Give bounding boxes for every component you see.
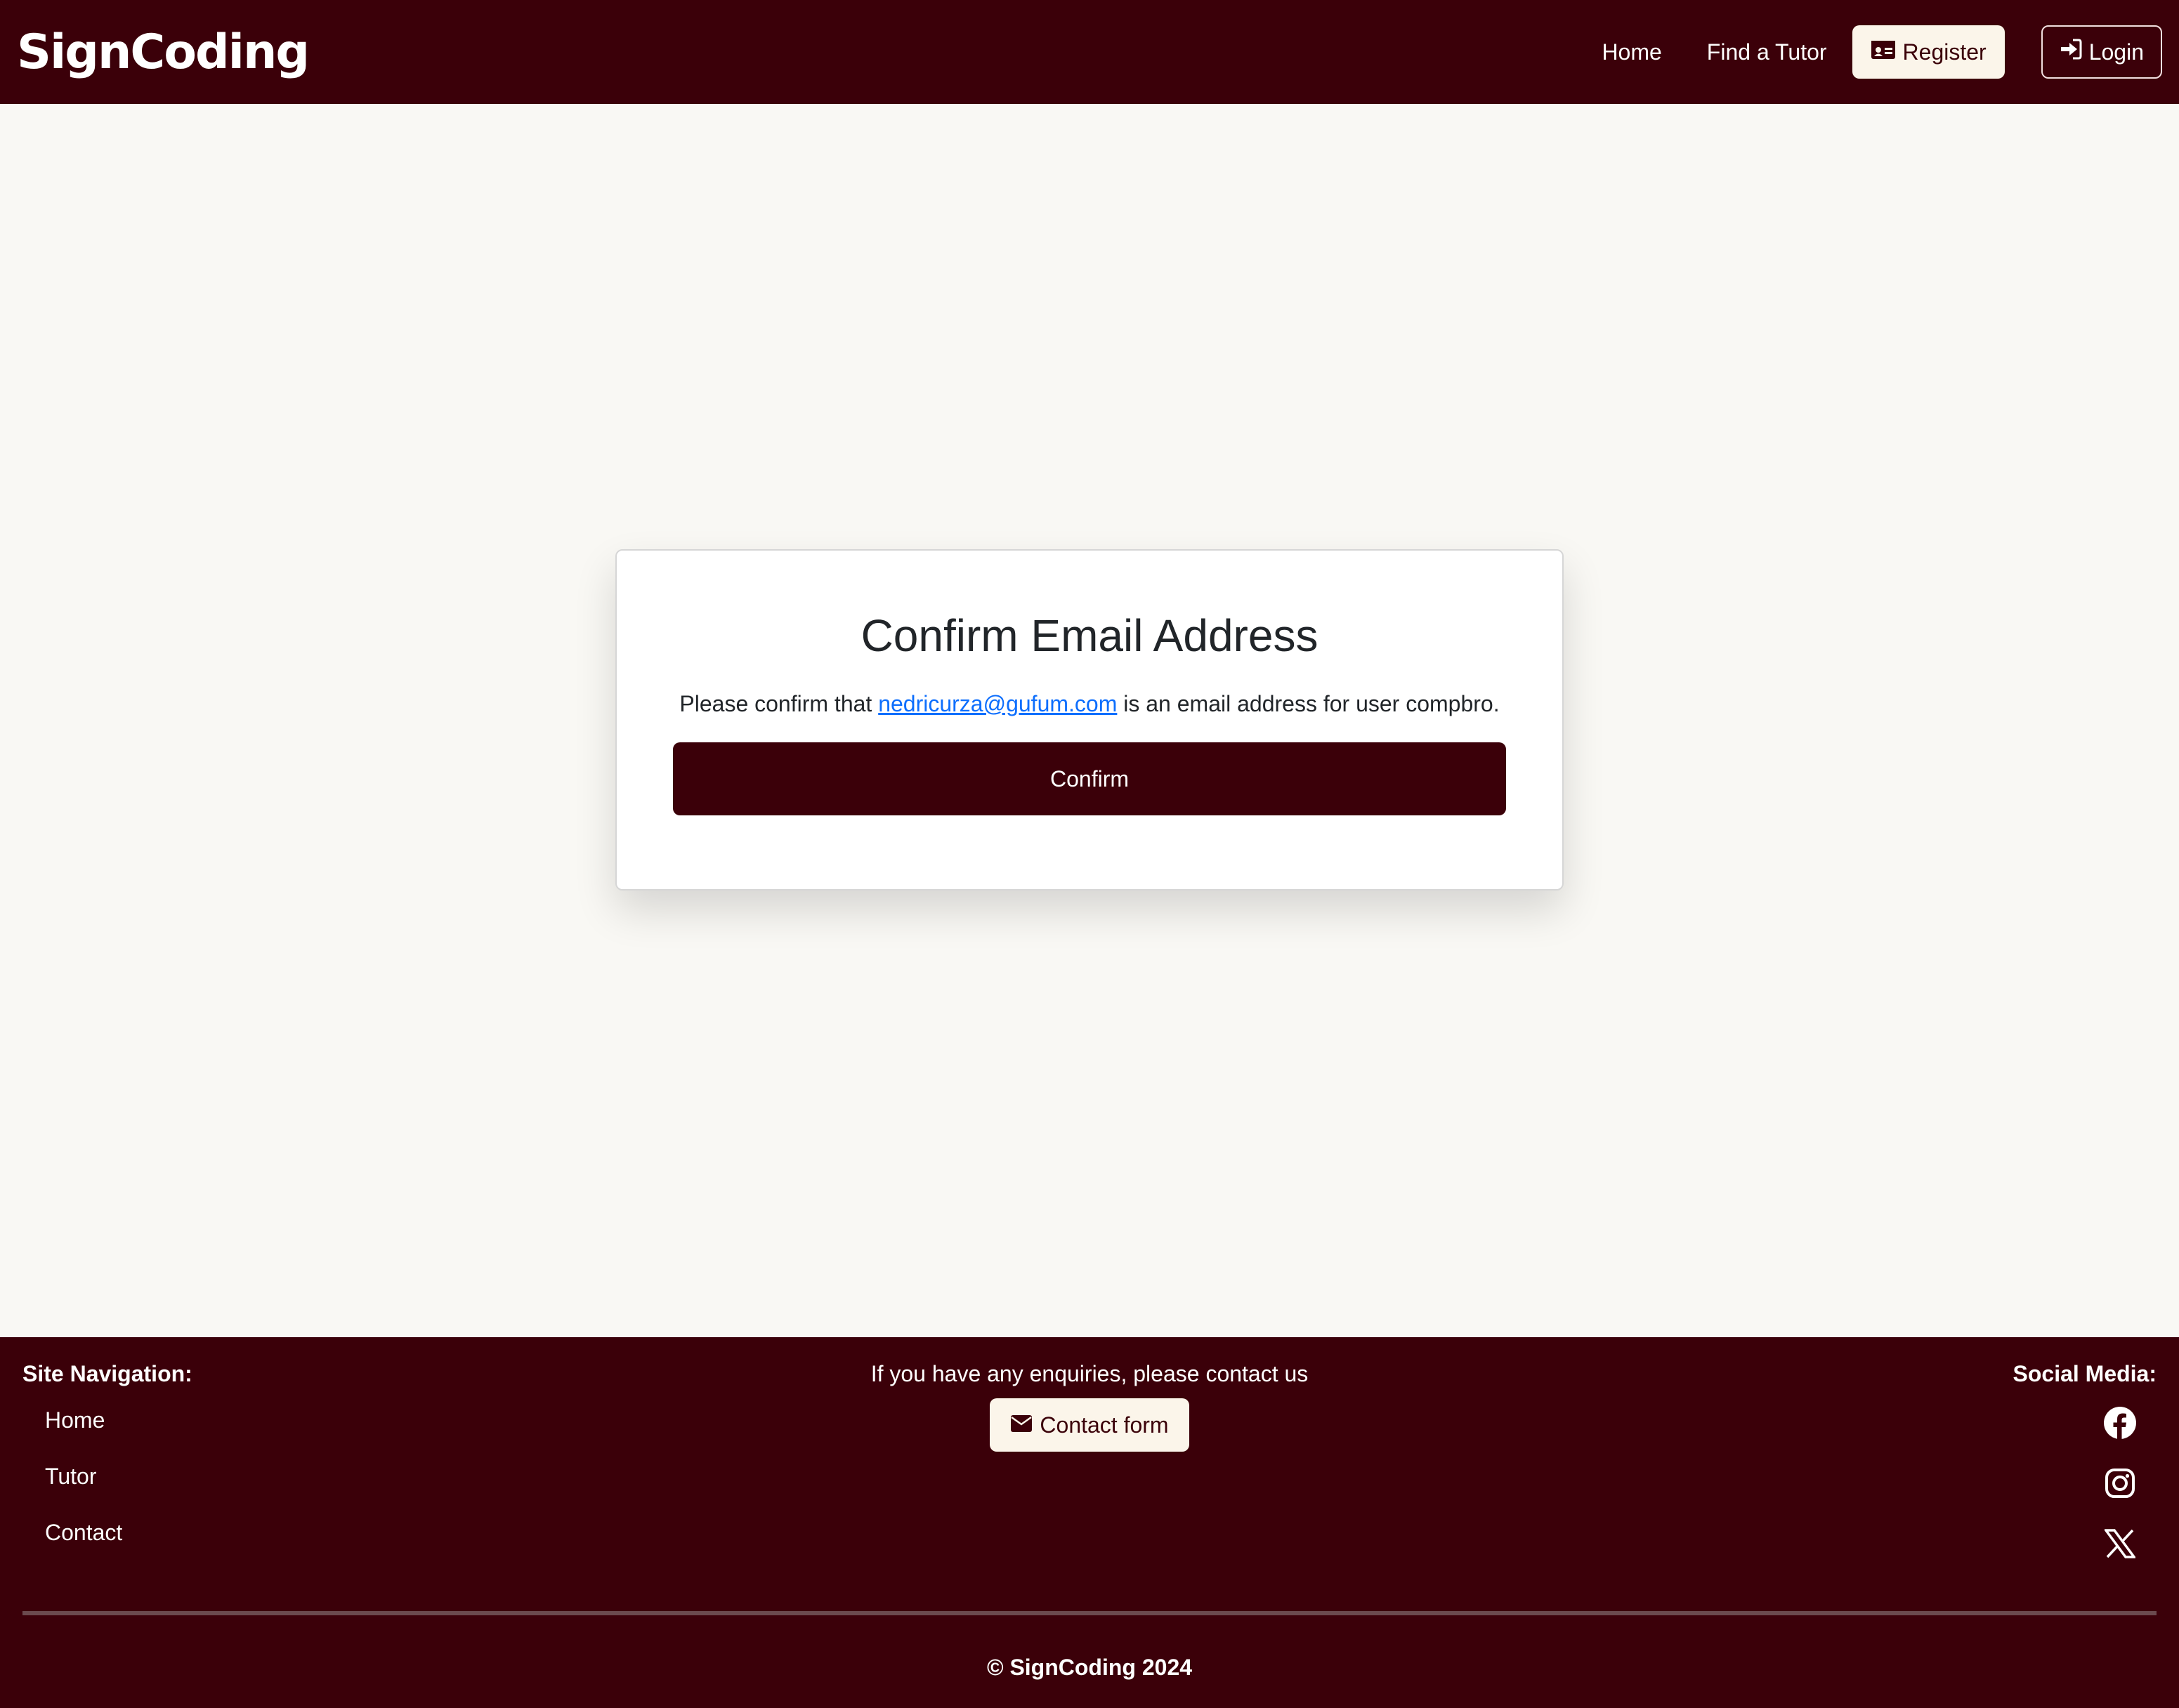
footer: Site Navigation: Home Tutor Contact If y… <box>0 1337 2179 1708</box>
copyright: © SignCoding 2024 <box>986 1655 1193 1680</box>
contact-form-button[interactable]: Contact form <box>990 1398 1189 1452</box>
brand-logo[interactable]: SignCoding <box>17 25 310 80</box>
nav-links: Home Find a Tutor Register Login <box>1602 25 2162 79</box>
login-label: Login <box>2088 39 2144 65</box>
register-button[interactable]: Register <box>1852 25 2005 79</box>
footer-link-contact[interactable]: Contact <box>45 1520 122 1548</box>
instagram-icon[interactable] <box>2102 1465 2138 1502</box>
register-label: Register <box>1902 39 1987 65</box>
footer-nav-title: Site Navigation: <box>22 1361 192 1386</box>
email-link[interactable]: nedricurza@gufum.com <box>878 691 1117 716</box>
footer-divider <box>22 1611 2157 1615</box>
nav-link-find-tutor[interactable]: Find a Tutor <box>1707 39 1827 65</box>
facebook-icon[interactable] <box>2102 1405 2138 1441</box>
nav-link-home[interactable]: Home <box>1602 39 1661 65</box>
confirm-text-after: is an email address for user compbro. <box>1117 691 1500 716</box>
sign-in-icon <box>2060 38 2082 66</box>
confirm-text-before: Please confirm that <box>679 691 879 716</box>
footer-nav: Home Tutor Contact <box>45 1407 122 1576</box>
footer-link-tutor[interactable]: Tutor <box>45 1464 122 1492</box>
contact-text: If you have any enquiries, please contac… <box>870 1361 1309 1386</box>
social-icons <box>2102 1405 2138 1586</box>
confirm-button[interactable]: Confirm <box>673 742 1506 815</box>
contact-form-label: Contact form <box>1040 1412 1169 1438</box>
page-title: Confirm Email Address <box>861 610 1318 661</box>
footer-social-title: Social Media: <box>2013 1361 2157 1386</box>
navbar: SignCoding Home Find a Tutor Register Lo… <box>0 0 2179 104</box>
id-card-icon <box>1871 39 1896 65</box>
envelope-icon <box>1010 1412 1033 1438</box>
footer-contact: If you have any enquiries, please contac… <box>773 1361 1406 1452</box>
x-icon[interactable] <box>2102 1525 2138 1562</box>
login-button[interactable]: Login <box>2041 25 2162 79</box>
confirm-email-card: Confirm Email Address Please confirm tha… <box>615 549 1564 891</box>
footer-link-home[interactable]: Home <box>45 1407 122 1436</box>
confirm-message: Please confirm that nedricurza@gufum.com… <box>673 691 1506 717</box>
